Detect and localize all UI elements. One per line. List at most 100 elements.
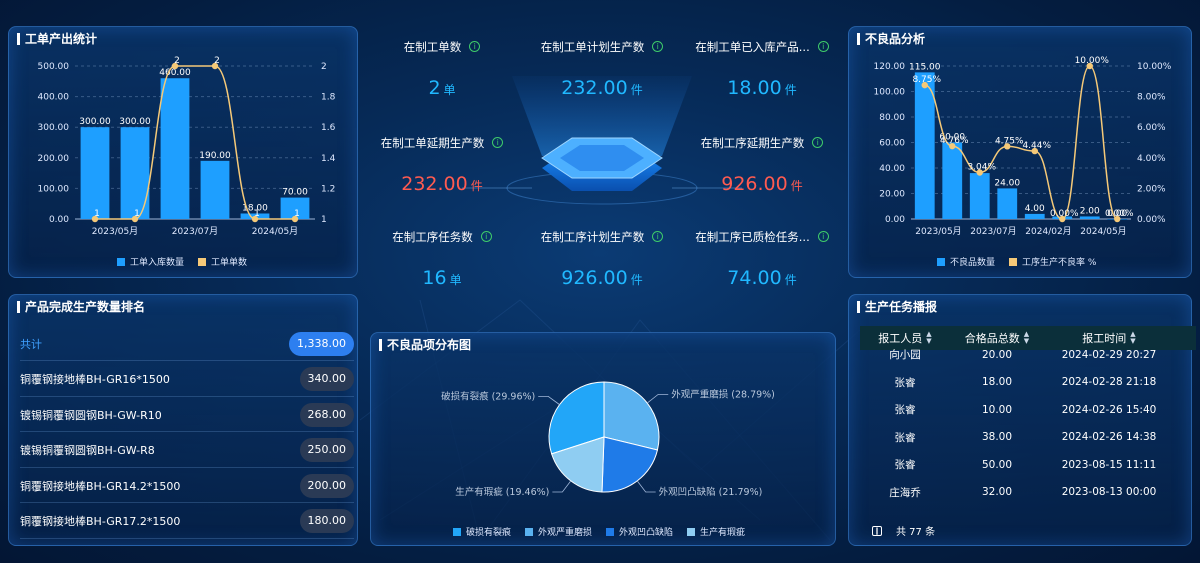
- metric-card: 在制工单已入库产品... i 18.00 件: [682, 36, 842, 99]
- legend-item: 外观严重磨损: [525, 525, 592, 538]
- bar: [942, 142, 963, 219]
- y2-tick-label: 1.8: [321, 93, 336, 103]
- y-tick-label: 200.00: [38, 154, 70, 164]
- table-row: 张睿 38.00 2024-02-26 14:38: [860, 424, 1196, 451]
- production-panel: 工单产出统计 0.00 100.00 200.00 300.00 400.00 500.0…: [8, 26, 358, 278]
- defect-panel: 不良品分析 0.00 20.00 40.00 60.00 80.00 100.00 120.…: [848, 26, 1192, 278]
- ranking-row: 镀锡铜覆钢圆钢BH-GW-R8 250.00: [20, 434, 354, 468]
- bar-value-label: 115.00: [909, 62, 941, 72]
- product-name: 铜覆钢接地棒BH-GR17.2*1500: [20, 515, 181, 528]
- panel-title: 不良品项分布图: [379, 339, 471, 351]
- table-row: 庄海乔 32.00 2023-08-13 00:00: [860, 479, 1196, 506]
- bar-value-label: 300.00: [119, 117, 151, 127]
- total-count: 共 77 条: [896, 527, 936, 538]
- product-name: 铜覆钢接地棒BH-GR16*1500: [20, 373, 170, 386]
- line-value-label: 3.04%: [967, 162, 996, 172]
- table-cell: 2023-08-15 11:11: [1061, 458, 1157, 471]
- legend-item-line: 工单单数: [198, 255, 247, 268]
- metric-unit: 件: [784, 83, 797, 97]
- metric-label: 在制工序任务数: [392, 229, 473, 244]
- metric-card: 在制工单延期生产数 i 232.00 件: [362, 132, 522, 195]
- metric-unit: 件: [790, 179, 803, 193]
- info-icon[interactable]: i: [812, 137, 824, 148]
- legend-item: 破损有裂痕: [453, 525, 511, 538]
- y-tick-label: 0.00: [49, 215, 69, 225]
- info-icon[interactable]: i: [469, 41, 481, 52]
- bar: [200, 160, 230, 219]
- y-tick-label: 0.00: [885, 215, 905, 225]
- bar: [914, 72, 935, 219]
- table-cell: 2024-02-26 14:38: [1061, 431, 1157, 443]
- metric-card: 在制工序计划生产数 i 926.00 件: [522, 226, 682, 289]
- y2-tick-label: 2: [321, 62, 327, 72]
- metric-card: 在制工单计划生产数 i 232.00 件: [522, 36, 682, 99]
- table-cell: 张睿: [894, 459, 916, 471]
- line-value-label: 1: [134, 209, 140, 219]
- ranking-total-row: 共计 1,338.00: [20, 327, 354, 361]
- metric-value-row: 232.00 件: [522, 77, 682, 99]
- ranking-row: 铜覆钢接地棒BH-GR17.2*1500 180.00: [20, 505, 354, 539]
- x-tick-label: 2023/05月: [92, 226, 138, 237]
- info-icon[interactable]: i: [652, 41, 664, 52]
- metric-label: 在制工单延期生产数: [380, 135, 485, 150]
- y-tick-label: 500.00: [38, 62, 70, 72]
- pie-slice-label: 破损有裂痕 (29.96%): [441, 390, 535, 402]
- metric-value: 232.00: [401, 173, 468, 195]
- product-name: 共计: [20, 337, 42, 351]
- line-value-label: 10.00%: [1075, 56, 1110, 66]
- ranking-row: 镀锡铜覆钢圆钢BH-GW-R10 268.00: [20, 398, 354, 432]
- metric-value: 2: [428, 77, 441, 99]
- x-tick-label: 2024/05月: [1080, 226, 1126, 237]
- info-icon[interactable]: i: [492, 137, 504, 148]
- metric-unit: 单: [443, 83, 456, 97]
- legend-item: 外观凹凸缺陷: [606, 525, 673, 538]
- quantity-badge: 340.00: [299, 367, 354, 391]
- y2-tick-label: 2.00%: [1137, 184, 1166, 194]
- bar-value-label: 460.00: [159, 68, 191, 78]
- metric-value-row: 926.00 件: [682, 173, 842, 195]
- metric-value-row: 2单: [362, 77, 522, 99]
- bar-value-label: 24.00: [994, 178, 1020, 188]
- line-value-label: 4.44%: [1022, 141, 1051, 151]
- y2-tick-label: 1: [321, 215, 327, 225]
- ranking-row: 铜覆钢接地棒BH-GR16*1500 340.00: [20, 363, 354, 397]
- x-tick-label: 2023/07月: [172, 226, 218, 237]
- quantity-badge: 180.00: [299, 509, 354, 533]
- metric-value-row: 232.00 件: [362, 173, 522, 195]
- product-name: 镀锡铜覆钢圆钢BH-GW-R8: [20, 444, 155, 457]
- info-icon[interactable]: i: [817, 41, 829, 52]
- pie-slice-label: 生产有瑕疵 (19.46%): [455, 486, 549, 498]
- y2-tick-label: 1.4: [321, 154, 336, 164]
- info-icon[interactable]: i: [652, 231, 664, 242]
- panel-title: 工单产出统计: [17, 33, 97, 45]
- table-cell: 庄海乔: [889, 486, 921, 499]
- metric-value-row: 74.00 件: [682, 267, 842, 289]
- table-cell: 张睿: [894, 404, 916, 416]
- bar-value-label: 2.00: [1080, 206, 1100, 216]
- y-tick-label: 20.00: [879, 190, 905, 200]
- pagination: ‖ 共 77 条: [872, 523, 935, 538]
- y2-tick-label: 10.00%: [1137, 62, 1172, 72]
- line-value-label: 8.75%: [912, 75, 941, 85]
- x-tick-label: 2024/05月: [252, 226, 298, 237]
- info-icon[interactable]: i: [817, 231, 829, 242]
- line-value-label: 2: [214, 56, 220, 66]
- metric-value: 18.00: [727, 77, 782, 99]
- quantity-badge: 200.00: [299, 473, 354, 498]
- metric-value: 74.00: [727, 267, 782, 289]
- metric-value: 232.00: [561, 77, 628, 99]
- panel-title: 产品完成生产数量排名: [17, 301, 145, 313]
- pie-leader-line: [636, 480, 656, 493]
- pie-legend: 破损有裂痕 外观严重磨损 外观凹凸缺陷 生产有瑕疵: [453, 525, 745, 538]
- table-cell: 2024-02-29 20:27: [1061, 348, 1157, 361]
- pie-leader-line: [538, 395, 560, 405]
- metric-value-row: 18.00 件: [682, 77, 842, 99]
- page-icon[interactable]: ‖: [872, 525, 882, 536]
- y2-tick-label: 0.00%: [1137, 215, 1166, 225]
- y-tick-label: 100.00: [874, 88, 906, 98]
- metric-unit: 件: [784, 273, 797, 287]
- info-icon[interactable]: i: [480, 231, 492, 242]
- bar: [120, 127, 150, 219]
- pie-slice-label: 外观凹凸缺陷 (21.79%): [659, 486, 763, 498]
- x-tick-label: 2023/05月: [915, 226, 961, 237]
